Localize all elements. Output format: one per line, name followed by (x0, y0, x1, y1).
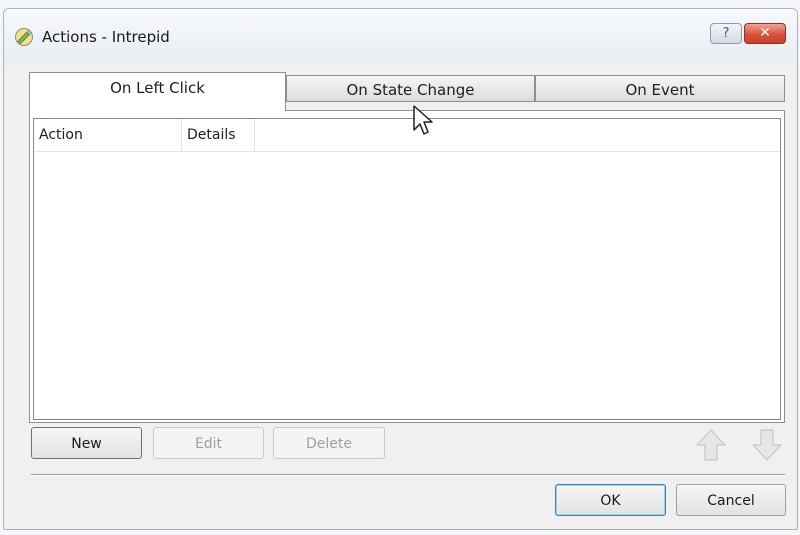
tab-strip: On Left Click On State Change On Event (29, 72, 785, 112)
arrow-down-icon[interactable] (750, 427, 784, 463)
list-header: Action Details (34, 119, 780, 152)
tab-on-state-change[interactable]: On State Change (286, 75, 535, 102)
tab-on-event[interactable]: On Event (535, 75, 785, 102)
title-bar[interactable]: Actions - Intrepid ? ✕ (4, 9, 797, 65)
mouse-cursor-icon (413, 105, 433, 135)
column-header-action[interactable]: Action (34, 119, 182, 151)
delete-button[interactable]: Delete (273, 427, 385, 459)
window-title: Actions - Intrepid (42, 28, 170, 46)
arrow-up-icon[interactable] (694, 427, 728, 463)
close-button[interactable]: ✕ (744, 23, 786, 44)
new-button[interactable]: New (31, 427, 142, 459)
tab-on-left-click[interactable]: On Left Click (29, 72, 286, 111)
column-header-details[interactable]: Details (182, 119, 255, 151)
tab-panel: Action Details (29, 110, 785, 423)
dialog-window: Actions - Intrepid ? ✕ On Left Click On … (3, 8, 798, 530)
actions-list[interactable]: Action Details (33, 118, 781, 420)
help-button[interactable]: ? (710, 23, 742, 44)
ok-button[interactable]: OK (555, 484, 666, 516)
app-icon (15, 28, 33, 46)
cancel-button[interactable]: Cancel (676, 484, 786, 516)
edit-button[interactable]: Edit (153, 427, 264, 459)
separator (31, 474, 785, 476)
